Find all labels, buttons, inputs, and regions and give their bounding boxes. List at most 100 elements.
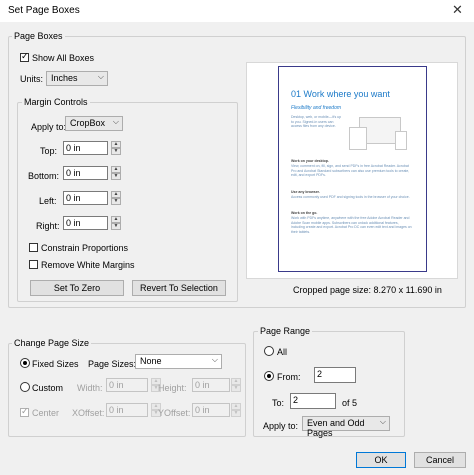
width-label: Width: (77, 383, 103, 393)
down-arrow-icon[interactable]: ▼ (231, 410, 241, 417)
fixed-sizes-radio[interactable] (20, 358, 30, 368)
top-margin-stepper[interactable]: ▲ ▼ (111, 141, 121, 155)
all-pages-label[interactable]: All (277, 347, 287, 357)
bottom-margin-input[interactable]: 0 in (63, 166, 108, 180)
set-to-zero-button[interactable]: Set To Zero (30, 280, 124, 296)
range-apply-to-label: Apply to: (263, 421, 299, 431)
down-arrow-icon[interactable]: ▼ (231, 385, 241, 392)
preview-section1-title: Work on your desktop. (291, 159, 329, 163)
close-icon[interactable]: ✕ (452, 2, 463, 18)
chevron-down-icon: ⌵ (211, 355, 218, 364)
custom-radio[interactable] (20, 382, 30, 392)
right-margin-stepper[interactable]: ▲ ▼ (111, 216, 121, 230)
fixed-sizes-label[interactable]: Fixed Sizes (32, 359, 79, 369)
center-checkbox[interactable] (20, 406, 29, 417)
preview-intro: Desktop, web, or mobile—it's up to you. … (291, 115, 342, 128)
phone-icon (395, 131, 407, 150)
to-page-input[interactable]: 2 (290, 393, 336, 409)
center-label[interactable]: Center (32, 408, 59, 418)
up-arrow-icon[interactable]: ▲ (111, 141, 121, 148)
width-value: 0 in (109, 380, 124, 390)
yoffset-input[interactable]: 0 in (192, 403, 230, 417)
preview-heading: 01 Work where you want (291, 89, 390, 99)
xoffset-label: XOffset: (72, 408, 105, 418)
up-arrow-icon[interactable]: ▲ (231, 378, 241, 385)
remove-white-margins-checkbox[interactable] (29, 260, 38, 269)
apply-to-dropdown[interactable]: CropBox ⌵ (65, 116, 123, 131)
cropped-page-size-caption: Cropped page size: 8.270 x 11.690 in (293, 285, 442, 295)
page-sizes-value: None (140, 356, 162, 366)
chevron-down-icon: ⌵ (97, 72, 104, 81)
height-value: 0 in (195, 380, 210, 390)
from-label[interactable]: From: (277, 372, 301, 382)
up-arrow-icon[interactable]: ▲ (231, 403, 241, 410)
change-page-size-legend: Change Page Size (12, 338, 92, 348)
height-label: Height: (158, 383, 187, 393)
apply-to-value: CropBox (70, 118, 106, 128)
up-arrow-icon[interactable]: ▲ (111, 191, 121, 198)
apply-to-label: Apply to: (31, 122, 67, 132)
left-label: Left: (39, 196, 57, 206)
from-page-value: 2 (317, 369, 323, 379)
left-margin-input[interactable]: 0 in (63, 191, 108, 205)
left-margin-stepper[interactable]: ▲ ▼ (111, 191, 121, 205)
chevron-down-icon: ⌵ (379, 417, 386, 426)
down-arrow-icon[interactable]: ▼ (111, 173, 121, 180)
bottom-label: Bottom: (28, 171, 60, 181)
to-label: To: (272, 398, 285, 408)
page-boxes-legend: Page Boxes (12, 31, 65, 41)
down-arrow-icon[interactable]: ▼ (111, 223, 121, 230)
page-thumbnail: 01 Work where you want Flexibility and f… (278, 66, 427, 272)
window-title: Set Page Boxes (8, 5, 80, 16)
right-label: Right: (36, 221, 60, 231)
constrain-proportions-checkbox[interactable] (29, 243, 38, 252)
down-arrow-icon[interactable]: ▼ (111, 148, 121, 155)
height-stepper[interactable]: ▲ ▼ (231, 378, 241, 392)
preview-section3-title: Work on the go. (291, 211, 318, 215)
bottom-margin-value: 0 in (66, 168, 81, 178)
remove-white-margins-label[interactable]: Remove White Margins (41, 260, 135, 270)
yoffset-value: 0 in (195, 405, 210, 415)
page-sizes-dropdown[interactable]: None ⌵ (135, 354, 222, 369)
range-apply-to-dropdown[interactable]: Even and Odd Pages ⌵ (302, 416, 390, 438)
tablet-icon (349, 127, 367, 150)
bottom-margin-stepper[interactable]: ▲ ▼ (111, 166, 121, 180)
margin-controls-legend: Margin Controls (22, 97, 90, 107)
chevron-down-icon: ⌵ (112, 117, 119, 126)
top-label: Top: (40, 146, 58, 156)
constrain-proportions-label[interactable]: Constrain Proportions (41, 243, 128, 253)
xoffset-input[interactable]: 0 in (106, 403, 148, 417)
right-margin-value: 0 in (66, 218, 81, 228)
preview-subheading: Flexibility and freedom (291, 105, 342, 111)
from-page-input[interactable]: 2 (314, 367, 356, 383)
preview-section2-body: Access commonly used PDF and signing too… (291, 195, 410, 199)
top-margin-input[interactable]: 0 in (63, 141, 108, 155)
to-page-value: 2 (293, 395, 299, 405)
show-all-boxes-label[interactable]: Show All Boxes (32, 53, 94, 63)
up-arrow-icon[interactable]: ▲ (111, 216, 121, 223)
show-all-boxes-checkbox[interactable] (20, 51, 29, 62)
preview-section2-title: Use any browser. (291, 190, 320, 194)
top-margin-value: 0 in (66, 143, 81, 153)
preview-illustration (349, 113, 409, 151)
units-value: Inches (51, 73, 78, 83)
page-range-legend: Page Range (258, 326, 313, 336)
up-arrow-icon[interactable]: ▲ (111, 166, 121, 173)
from-radio[interactable] (264, 371, 274, 381)
xoffset-value: 0 in (109, 405, 124, 415)
left-margin-value: 0 in (66, 193, 81, 203)
width-input[interactable]: 0 in (106, 378, 148, 392)
page-sizes-label: Page Sizes: (88, 359, 137, 369)
yoffset-stepper[interactable]: ▲ ▼ (231, 403, 241, 417)
units-dropdown[interactable]: Inches ⌵ (46, 71, 108, 86)
height-input[interactable]: 0 in (192, 378, 230, 392)
all-pages-radio[interactable] (264, 346, 274, 356)
revert-to-selection-button[interactable]: Revert To Selection (132, 280, 226, 296)
yoffset-label: YOffset: (158, 408, 191, 418)
cancel-button[interactable]: Cancel (414, 452, 466, 468)
right-margin-input[interactable]: 0 in (63, 216, 108, 230)
range-apply-to-value: Even and Odd Pages (307, 418, 365, 438)
custom-label[interactable]: Custom (32, 383, 63, 393)
down-arrow-icon[interactable]: ▼ (111, 198, 121, 205)
ok-button[interactable]: OK (356, 452, 406, 468)
